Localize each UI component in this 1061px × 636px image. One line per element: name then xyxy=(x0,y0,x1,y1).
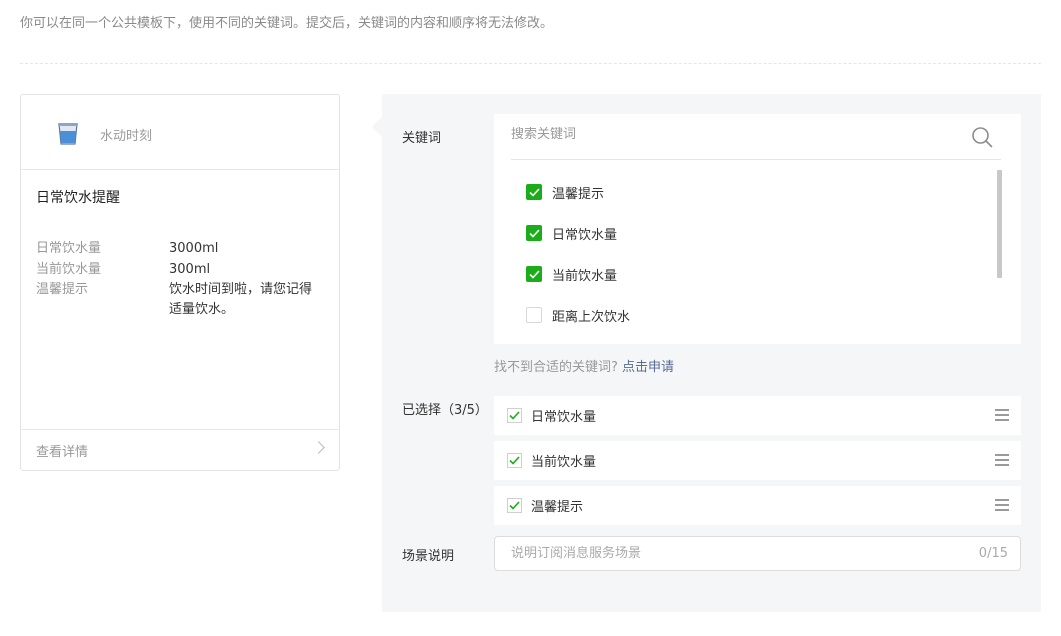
keyword-option-label: 日常饮水量 xyxy=(552,227,618,243)
drag-handle-icon[interactable] xyxy=(995,409,1009,421)
scene-label: 场景说明 xyxy=(402,549,455,564)
checkbox-checked[interactable] xyxy=(507,408,522,423)
field-key: 温馨提示 xyxy=(36,282,89,297)
chevron-right-icon xyxy=(312,441,325,454)
search-icon[interactable] xyxy=(971,126,993,148)
selected-label: 已选择（3/5） xyxy=(402,403,488,418)
keyword-option[interactable]: 当前饮水量 xyxy=(526,265,618,284)
field-value: 饮水时间到啦，请您记得适量饮水。 xyxy=(169,282,313,317)
char-counter: 0/15 xyxy=(978,546,1008,561)
selected-keyword-item[interactable]: 温馨提示 xyxy=(494,486,1021,525)
keyword-hint: 找不到合适的关键词? 点击申请 xyxy=(494,356,674,375)
check-icon xyxy=(528,187,540,197)
panel-pointer xyxy=(372,117,382,137)
checkbox-checked[interactable] xyxy=(526,184,542,200)
view-details-link[interactable]: 查看详情 xyxy=(21,429,339,470)
selected-keyword-item[interactable]: 日常饮水量 xyxy=(494,396,1021,435)
drag-handle-icon[interactable] xyxy=(995,454,1009,466)
check-icon xyxy=(509,411,520,420)
checkbox-checked[interactable] xyxy=(526,266,542,282)
checkbox-checked[interactable] xyxy=(526,225,542,241)
keywords-label: 关键词 xyxy=(402,131,442,146)
search-input[interactable] xyxy=(511,127,931,142)
notice-text: 你可以在同一个公共模板下，使用不同的关键词。提交后，关键词的内容和顺序将无法修改… xyxy=(20,16,554,31)
selected-keyword-label: 温馨提示 xyxy=(531,500,584,515)
keyword-option[interactable]: 日常饮水量 xyxy=(526,224,618,243)
keyword-option[interactable]: 温馨提示 xyxy=(526,183,605,202)
selected-keyword-label: 当前饮水量 xyxy=(531,455,597,470)
view-details-label: 查看详情 xyxy=(36,445,89,460)
keyword-option-label: 距离上次饮水 xyxy=(552,309,631,325)
checkbox-unchecked[interactable] xyxy=(526,307,542,323)
field-key: 日常饮水量 xyxy=(36,241,102,256)
checkbox-checked[interactable] xyxy=(507,453,522,468)
check-icon xyxy=(509,456,520,465)
check-icon xyxy=(528,228,540,238)
field-key: 当前饮水量 xyxy=(36,262,102,277)
field-value: 3000ml xyxy=(169,241,219,256)
keyword-option-label: 温馨提示 xyxy=(552,186,605,202)
keyword-option-label: 当前饮水量 xyxy=(552,268,618,284)
card-header: 水动时刻 xyxy=(21,95,339,170)
drag-handle-icon[interactable] xyxy=(995,499,1009,511)
check-icon xyxy=(509,501,520,510)
water-cup-icon xyxy=(58,123,78,145)
message-preview-card: 水动时刻 日常饮水提醒 日常饮水量 3000ml 当前饮水量 300ml 温馨提… xyxy=(20,94,340,471)
hint-text: 找不到合适的关键词? xyxy=(494,360,618,375)
field-value: 300ml xyxy=(169,262,211,277)
keyword-config-panel: 关键词 温馨提示 日常饮水量 当前饮水量 xyxy=(372,94,1041,612)
selected-keyword-item[interactable]: 当前饮水量 xyxy=(494,441,1021,480)
selected-keyword-label: 日常饮水量 xyxy=(531,410,597,425)
card-title: 日常饮水提醒 xyxy=(36,190,120,206)
keyword-picker: 温馨提示 日常饮水量 当前饮水量 距离上次饮水 xyxy=(494,114,1021,344)
check-icon xyxy=(528,269,540,279)
keyword-option[interactable]: 距离上次饮水 xyxy=(526,306,631,325)
apply-keyword-link[interactable]: 点击申请 xyxy=(622,360,674,375)
app-name: 水动时刻 xyxy=(100,129,153,144)
scrollbar[interactable] xyxy=(997,170,1002,278)
scene-description-input[interactable] xyxy=(511,546,951,561)
divider xyxy=(20,63,1041,64)
scene-field: 0/15 xyxy=(494,536,1021,571)
checkbox-checked[interactable] xyxy=(507,498,522,513)
search-bar xyxy=(511,114,1001,160)
